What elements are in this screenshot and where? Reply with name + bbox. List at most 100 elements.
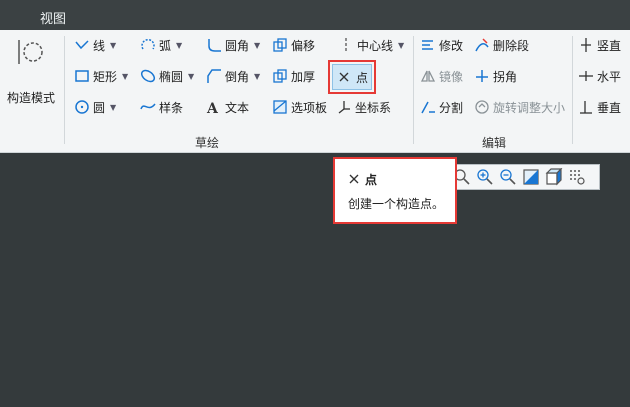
offset-button[interactable]: 偏移 (272, 35, 315, 55)
rotate-resize-icon (474, 99, 490, 115)
divide-label: 分割 (439, 100, 464, 115)
chevron-down-icon[interactable]: ▼ (254, 41, 260, 50)
zoom-out-icon[interactable] (499, 168, 517, 186)
view-normal-icon[interactable] (522, 168, 540, 186)
construction-mode-icon (15, 36, 47, 68)
fillet-button[interactable]: 圆角 ▼ (206, 35, 260, 55)
divide-icon (420, 99, 436, 115)
palette-label: 选项板 (291, 100, 328, 115)
divide-button[interactable]: 分割 (420, 97, 463, 117)
coordinate-system-label: 坐标系 (355, 100, 392, 115)
sketch-group-label: 草绘 (195, 136, 220, 150)
tooltip-description: 创建一个构造点。 (348, 197, 445, 211)
perpendicular-label: 垂直 (597, 100, 622, 115)
point-button[interactable]: 点 (332, 64, 372, 90)
modify-icon (420, 37, 436, 53)
coordinate-system-icon (336, 99, 352, 115)
chevron-down-icon[interactable]: ▼ (110, 41, 116, 50)
view-toolbar (448, 164, 600, 190)
text-icon: A (206, 99, 222, 115)
spline-button[interactable]: 样条 (140, 97, 183, 117)
line-button[interactable]: 线 ▼ (74, 35, 116, 55)
separator (572, 36, 573, 144)
rectangle-icon (74, 68, 90, 84)
spline-icon (140, 99, 156, 115)
point-icon (336, 69, 352, 85)
ellipse-label: 椭圆 (159, 69, 184, 84)
horizontal-button[interactable]: 水平 (578, 66, 621, 86)
delete-segment-button[interactable]: 删除段 (474, 35, 529, 55)
vertical-button[interactable]: 竖直 (578, 35, 621, 55)
mirror-label: 镜像 (439, 69, 464, 84)
thicken-button[interactable]: 加厚 (272, 66, 315, 86)
line-icon (74, 37, 90, 53)
separator (64, 36, 65, 144)
perpendicular-button[interactable]: 垂直 (578, 97, 621, 117)
point-icon (349, 173, 359, 187)
chamfer-icon (206, 68, 222, 84)
rotate-resize-label: 旋转调整大小 (493, 100, 566, 115)
grid-display-icon[interactable] (568, 168, 586, 186)
fillet-label: 圆角 (225, 38, 250, 53)
mirror-icon (420, 68, 436, 84)
ellipse-button[interactable]: 椭圆 ▼ (140, 66, 194, 86)
palette-icon (272, 99, 288, 115)
construction-mode-button[interactable]: 构造模式 (4, 34, 58, 114)
display-style-icon[interactable] (545, 168, 563, 186)
vertical-icon (578, 37, 594, 53)
mirror-button[interactable]: 镜像 (420, 66, 463, 86)
chamfer-label: 倒角 (225, 69, 250, 84)
fillet-icon (206, 37, 222, 53)
arc-icon (140, 37, 156, 53)
vertical-label: 竖直 (597, 38, 622, 53)
perpendicular-icon (578, 99, 594, 115)
corner-label: 拐角 (493, 69, 518, 84)
rectangle-button[interactable]: 矩形 ▼ (74, 66, 128, 86)
palette-button[interactable]: 选项板 (272, 97, 327, 117)
svg-text:A: A (206, 101, 219, 115)
construction-mode-label: 构造模式 (6, 91, 55, 105)
tooltip: 点 创建一个构造点。 (333, 157, 457, 224)
centerline-icon (338, 37, 354, 53)
graphics-canvas[interactable] (0, 153, 630, 407)
offset-label: 偏移 (291, 38, 316, 53)
circle-button[interactable]: 圆 ▼ (74, 97, 116, 117)
chamfer-button[interactable]: 倒角 ▼ (206, 66, 260, 86)
tooltip-title: 点 (349, 171, 377, 188)
delete-segment-label: 删除段 (493, 38, 530, 53)
coordinate-system-button[interactable]: 坐标系 (336, 97, 391, 117)
chevron-down-icon[interactable]: ▼ (398, 41, 404, 50)
zoom-in-icon[interactable] (476, 168, 494, 186)
centerline-label: 中心线 (357, 38, 394, 53)
rotate-resize-button[interactable]: 旋转调整大小 (474, 97, 565, 117)
chevron-down-icon[interactable]: ▼ (176, 41, 182, 50)
horizontal-label: 水平 (597, 69, 622, 84)
chevron-down-icon[interactable]: ▼ (188, 72, 194, 81)
corner-icon (474, 68, 490, 84)
edit-group-label: 编辑 (482, 136, 507, 150)
point-label: 点 (355, 70, 368, 85)
arc-label: 弧 (159, 38, 172, 53)
offset-icon (272, 37, 288, 53)
rectangle-label: 矩形 (93, 69, 118, 84)
thicken-label: 加厚 (291, 69, 316, 84)
ellipse-icon (140, 68, 156, 84)
circle-icon (74, 99, 90, 115)
modify-button[interactable]: 修改 (420, 35, 463, 55)
chevron-down-icon[interactable]: ▼ (122, 72, 128, 81)
centerline-button[interactable]: 中心线 ▼ (338, 35, 404, 55)
tooltip-title-text: 点 (365, 173, 378, 187)
corner-button[interactable]: 拐角 (474, 66, 517, 86)
arc-button[interactable]: 弧 ▼ (140, 35, 182, 55)
menubar: 视图 (0, 0, 630, 30)
horizontal-icon (578, 68, 594, 84)
spline-label: 样条 (159, 100, 184, 115)
separator (413, 36, 414, 144)
line-label: 线 (93, 38, 106, 53)
modify-label: 修改 (439, 38, 464, 53)
chevron-down-icon[interactable]: ▼ (254, 72, 260, 81)
chevron-down-icon[interactable]: ▼ (110, 103, 116, 112)
text-button[interactable]: A 文本 (206, 97, 249, 117)
circle-label: 圆 (93, 100, 106, 115)
menu-view[interactable]: 视图 (40, 8, 66, 27)
